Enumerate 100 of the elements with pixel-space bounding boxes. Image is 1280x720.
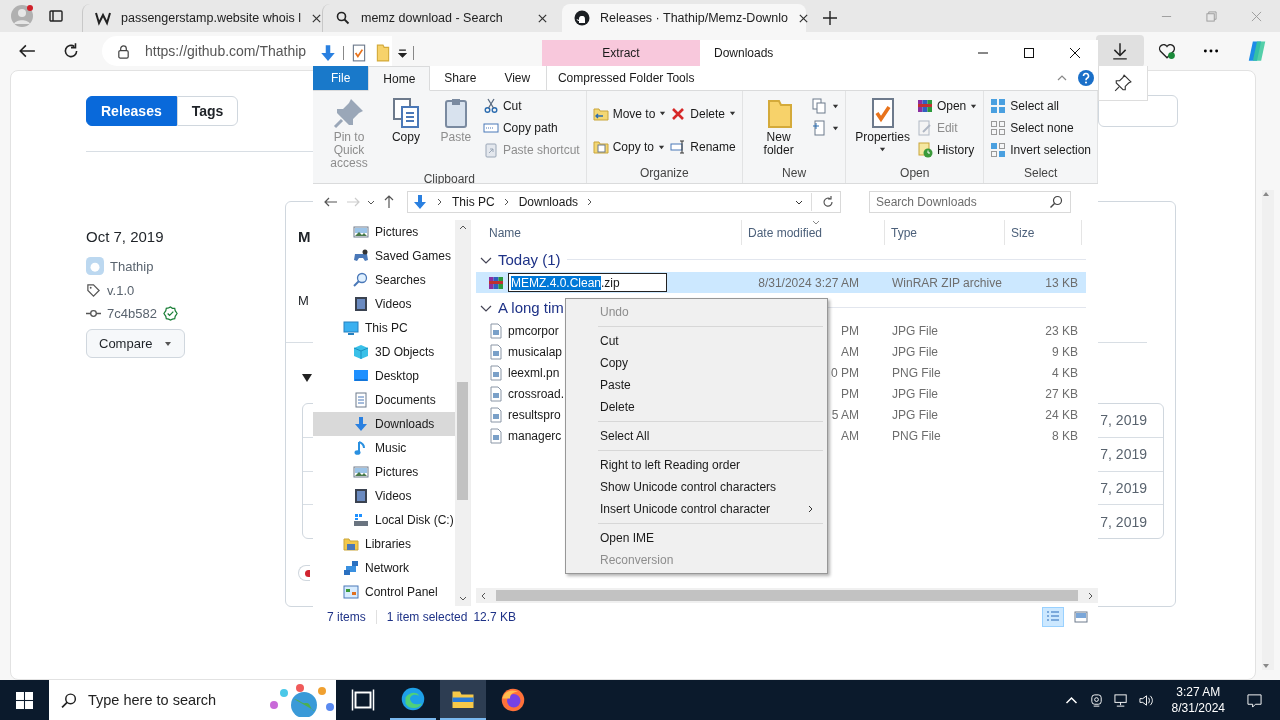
- ribbon-command[interactable]: [812, 95, 840, 117]
- taskbar-app[interactable]: [440, 680, 486, 720]
- ribbon-command[interactable]: Copy to: [592, 132, 667, 162]
- ribbon-tab[interactable]: View: [490, 66, 545, 90]
- file-name[interactable]: resultspro: [508, 407, 561, 422]
- menu-item[interactable]: Paste: [568, 374, 825, 396]
- clock[interactable]: 3:27 AM 8/31/2024: [1171, 684, 1225, 716]
- ribbon-command[interactable]: Copy path: [482, 117, 580, 139]
- ribbon-tab[interactable]: Share: [430, 66, 491, 90]
- nav-item[interactable]: Videos: [313, 484, 455, 508]
- ribbon-command[interactable]: [812, 117, 840, 139]
- nav-item[interactable]: Pictures: [313, 460, 455, 484]
- taskbar-search-field[interactable]: Type here to search: [49, 680, 336, 720]
- menu-item[interactable]: Copy: [568, 352, 825, 374]
- scrollbar-thumb[interactable]: [496, 590, 1078, 601]
- windows-logo-icon[interactable]: [16, 691, 33, 709]
- menu-item[interactable]: Show Unicode control characters: [568, 476, 825, 498]
- address-bar[interactable]: https://github.com/Thathip: [102, 36, 392, 66]
- volume-icon[interactable]: [1138, 692, 1154, 708]
- nav-item[interactable]: Music: [313, 436, 455, 460]
- nav-item[interactable]: This PC: [313, 316, 455, 340]
- address-field[interactable]: This PC Downloads: [407, 191, 841, 213]
- menu-item[interactable]: Right to left Reading order: [568, 454, 825, 476]
- browser-tab[interactable]: Releases · Thathip/Memz-Downlo: [562, 4, 806, 32]
- webcam-icon[interactable]: [1088, 692, 1104, 708]
- refresh-icon: [820, 194, 836, 210]
- file-size: 23 KB: [1045, 323, 1078, 338]
- search-field[interactable]: Search Downloads: [869, 191, 1071, 213]
- column-header[interactable]: Date modified: [742, 220, 885, 245]
- ribbon-command[interactable]: Rename: [670, 132, 737, 162]
- nav-item[interactable]: Local Disk (C:): [313, 508, 455, 532]
- menu-item[interactable]: Cut: [568, 330, 825, 352]
- column-header[interactable]: Size: [1005, 220, 1082, 245]
- nav-item[interactable]: Searches: [313, 268, 455, 292]
- file-name[interactable]: pmcorpor: [508, 323, 559, 338]
- ribbon-command[interactable]: Cut: [482, 95, 580, 117]
- rename-field[interactable]: MEMZ.4.0.Clean.zip: [508, 273, 667, 292]
- refresh-icon[interactable]: [62, 42, 80, 60]
- notifications-icon[interactable]: [1247, 692, 1262, 708]
- scrollbar[interactable]: [476, 588, 1098, 603]
- menu-item[interactable]: Delete: [568, 396, 825, 418]
- ribbon-command[interactable]: Properties: [852, 95, 913, 155]
- checked-document-icon[interactable]: [350, 44, 368, 62]
- ribbon-command[interactable]: Open: [916, 95, 978, 117]
- ribbon-command[interactable]: Move to: [592, 99, 667, 129]
- file-name[interactable]: leexml.pn: [508, 365, 560, 380]
- file-name[interactable]: managerc: [508, 428, 562, 443]
- nav-item[interactable]: Documents: [313, 388, 455, 412]
- ribbon-command[interactable]: Select all: [990, 95, 1091, 117]
- nav-tab[interactable]: Tags: [176, 96, 239, 126]
- nav-item[interactable]: Libraries: [313, 532, 455, 556]
- clock-icon: [916, 142, 933, 158]
- caret-icon[interactable]: [367, 198, 375, 206]
- ribbon-command[interactable]: Copy: [382, 95, 429, 146]
- ribbon-command[interactable]: Invert selection: [990, 139, 1091, 161]
- nav-item[interactable]: Network: [313, 556, 455, 580]
- ribbon-command[interactable]: New folder: [749, 95, 809, 159]
- pushpin-icon[interactable]: [1114, 74, 1132, 92]
- downloads-button[interactable]: [1096, 35, 1144, 67]
- nav-tab[interactable]: Releases: [86, 96, 177, 126]
- column-header[interactable]: Type: [885, 220, 1005, 245]
- nav-item[interactable]: Desktop: [313, 364, 455, 388]
- arrow-down-icon[interactable]: [319, 44, 337, 62]
- nav-item[interactable]: Control Panel: [313, 580, 455, 604]
- nav-item[interactable]: Pictures: [313, 220, 455, 244]
- breadcrumb[interactable]: This PC: [452, 195, 495, 209]
- menu-item[interactable]: Open IME: [568, 527, 825, 549]
- heartbeat-icon[interactable]: [1158, 42, 1176, 60]
- nav-item[interactable]: 3D Objects: [313, 340, 455, 364]
- author-link[interactable]: Thathip: [110, 258, 154, 274]
- menu-item[interactable]: Insert Unicode control character: [568, 498, 825, 520]
- network-icon[interactable]: [1113, 692, 1129, 708]
- commit-link[interactable]: 7c4b582: [107, 306, 157, 321]
- caret-icon[interactable]: [398, 48, 407, 58]
- menu-item[interactable]: Select All: [568, 425, 825, 447]
- column-header[interactable]: Name: [476, 220, 742, 245]
- ribbon-command[interactable]: Delete: [670, 99, 737, 129]
- nav-item[interactable]: Videos: [313, 292, 455, 316]
- file-name[interactable]: musicalap: [508, 344, 563, 359]
- ribbon-command[interactable]: History: [916, 139, 978, 161]
- tag-link[interactable]: v.1.0: [107, 283, 135, 298]
- breadcrumb[interactable]: Downloads: [518, 195, 579, 209]
- swirl-logo-icon[interactable]: [1246, 40, 1268, 62]
- back-icon[interactable]: [18, 42, 36, 60]
- nav-item[interactable]: Saved Games: [313, 244, 455, 268]
- profile-avatar[interactable]: [10, 4, 34, 28]
- new-tab-icon[interactable]: [822, 10, 838, 26]
- tab-actions-icon[interactable]: [48, 8, 64, 24]
- compare-button[interactable]: Compare: [86, 329, 186, 358]
- ribbon-tab[interactable]: File: [313, 66, 369, 90]
- nav-item[interactable]: Downloads: [313, 412, 455, 436]
- file-name[interactable]: crossroad.: [508, 386, 565, 401]
- scrollbar[interactable]: [455, 220, 470, 606]
- help-icon[interactable]: [1078, 70, 1094, 86]
- scrollbar[interactable]: [1262, 190, 1274, 670]
- scrollbar-thumb[interactable]: [457, 382, 468, 500]
- ribbon-tab[interactable]: Home: [368, 66, 431, 91]
- ribbon-tab[interactable]: Compressed Folder Tools: [546, 66, 706, 90]
- file-row[interactable]: MEMZ.4.0.Clean.zip 8/31/2024 3:27 AM WinRAR ZIP archive 13 KB: [476, 272, 1086, 293]
- ribbon-command[interactable]: Select none: [990, 117, 1091, 139]
